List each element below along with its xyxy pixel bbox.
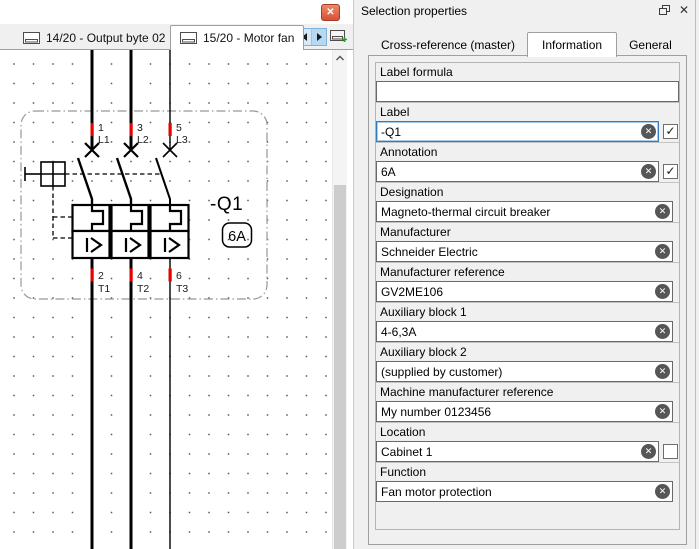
clear-icon[interactable]: ✕: [641, 444, 656, 459]
tab-cross-reference[interactable]: Cross-reference (master): [369, 35, 527, 56]
manufacturer-reference-input[interactable]: [377, 282, 672, 301]
field-label: Manufacturer: [376, 222, 679, 241]
panel-close-button[interactable]: ✕: [679, 4, 689, 16]
terminal-number: 1: [98, 122, 104, 134]
terminal-name: T1: [98, 283, 110, 295]
document-close-button[interactable]: ✕: [321, 4, 340, 21]
document-top-strip: ✕: [0, 0, 353, 24]
auxiliary-block-1-input[interactable]: [377, 322, 672, 341]
clear-icon[interactable]: ✕: [655, 244, 670, 259]
terminal-name: T3: [176, 283, 188, 295]
field-label: Auxiliary block 1: [376, 302, 679, 321]
panel-frame-line: [695, 0, 696, 549]
panel-buttons: ✕: [658, 4, 689, 16]
field-label: Label: [376, 102, 679, 121]
scrollbar-thumb[interactable]: [334, 185, 346, 549]
field-label: Manufacturer reference: [376, 262, 679, 281]
label-input[interactable]: [377, 122, 658, 141]
terminal-name: L2: [137, 134, 149, 146]
field-auxiliary-block-1: Auxiliary block 1 ✕: [376, 302, 679, 342]
annotation-input[interactable]: [377, 162, 658, 181]
field-auxiliary-block-2: Auxiliary block 2 ✕: [376, 342, 679, 382]
component-tag: -Q1: [210, 194, 243, 215]
actuator-handle: [24, 161, 66, 187]
new-page-button[interactable]: [330, 29, 348, 48]
arrow-right-icon: [316, 33, 322, 41]
application-window: ✕ 14/20 - Output byte 02 15/20 - Motor f…: [0, 0, 699, 549]
schematic-editor-pane: ✕ 14/20 - Output byte 02 15/20 - Motor f…: [0, 0, 353, 549]
clear-icon[interactable]: ✕: [655, 484, 670, 499]
properties-fields: Label formula Label ✕ ✓: [375, 62, 680, 530]
field-machine-manufacturer-reference: Machine manufacturer reference ✕: [376, 382, 679, 422]
tab-information[interactable]: Information: [527, 32, 618, 57]
field-manufacturer: Manufacturer ✕: [376, 222, 679, 262]
clear-icon[interactable]: ✕: [641, 124, 656, 139]
scroll-up-button[interactable]: [333, 50, 347, 66]
terminal-number: 3: [137, 122, 143, 134]
selection-properties-panel: Selection properties ✕ Cross-reference (…: [353, 0, 699, 549]
properties-tab-bar: Cross-reference (master) Information Gen…: [369, 32, 684, 57]
tab-label: 14/20 - Output byte 02: [46, 31, 166, 45]
machine-manufacturer-reference-input[interactable]: [377, 402, 672, 421]
clear-icon[interactable]: ✕: [641, 164, 656, 179]
field-label: Label ✕ ✓: [376, 102, 679, 142]
clear-icon[interactable]: ✕: [655, 404, 670, 419]
rating-value: 6A: [228, 229, 246, 245]
tab-label: 15/20 - Motor fan: [203, 31, 295, 45]
field-label: Label formula: [376, 63, 679, 81]
tab-scroll-right-button[interactable]: [311, 29, 326, 45]
scroll-up-icon: [336, 55, 344, 61]
label-formula-input[interactable]: [377, 82, 678, 101]
information-tab-content: Label formula Label ✕ ✓: [368, 55, 687, 545]
canvas-vertical-scrollbar[interactable]: [332, 50, 347, 549]
function-input[interactable]: [377, 482, 672, 501]
clear-icon[interactable]: ✕: [655, 364, 670, 379]
field-label: Annotation: [376, 142, 679, 161]
tab-output-byte-02[interactable]: 14/20 - Output byte 02: [14, 27, 174, 49]
terminal-number: 6: [176, 270, 182, 282]
terminal-name: L3: [176, 134, 188, 146]
location-apply-checkbox[interactable]: [663, 444, 678, 459]
field-label: Auxiliary block 2: [376, 342, 679, 361]
field-function: Function ✕: [376, 462, 679, 502]
field-manufacturer-reference: Manufacturer reference ✕: [376, 262, 679, 302]
field-label: Function: [376, 462, 679, 481]
field-location: Location ✕: [376, 422, 679, 462]
tab-general[interactable]: General: [617, 35, 684, 56]
field-label: Location: [376, 422, 679, 441]
terminal-number: 5: [176, 122, 182, 134]
terminal-number: 4: [137, 270, 143, 282]
label-apply-checkbox[interactable]: ✓: [663, 124, 678, 139]
annotation-apply-checkbox[interactable]: ✓: [663, 164, 678, 179]
tab-motor-fan[interactable]: 15/20 - Motor fan: [170, 25, 305, 50]
field-designation: Designation ✕: [376, 182, 679, 222]
terminal-name: T2: [137, 283, 149, 295]
new-page-icon: [330, 30, 347, 42]
auxiliary-block-2-input[interactable]: [377, 362, 672, 381]
clear-icon[interactable]: ✕: [655, 204, 670, 219]
page-icon: [23, 32, 40, 44]
location-input[interactable]: [377, 442, 658, 461]
float-panel-icon[interactable]: [658, 4, 671, 16]
terminal-number: 2: [98, 270, 104, 282]
designation-input[interactable]: [377, 202, 672, 221]
field-label: Machine manufacturer reference: [376, 382, 679, 401]
circuit-breaker-symbol[interactable]: 1 L1 3 L2 5 L3 2 T1 4 T2 6 T3 -Q1 6A: [0, 50, 332, 549]
field-label: Designation: [376, 182, 679, 201]
page-tab-bar: 14/20 - Output byte 02 15/20 - Motor fan: [0, 24, 353, 50]
manufacturer-input[interactable]: [377, 242, 672, 261]
panel-title: Selection properties: [361, 4, 468, 18]
page-icon: [180, 32, 197, 44]
field-annotation: Annotation ✕ ✓: [376, 142, 679, 182]
schematic-canvas[interactable]: 1 L1 3 L2 5 L3 2 T1 4 T2 6 T3 -Q1 6A: [0, 50, 332, 549]
clear-icon[interactable]: ✕: [655, 324, 670, 339]
field-label-formula: Label formula: [376, 63, 679, 102]
terminal-name: L1: [98, 134, 110, 146]
clear-icon[interactable]: ✕: [655, 284, 670, 299]
